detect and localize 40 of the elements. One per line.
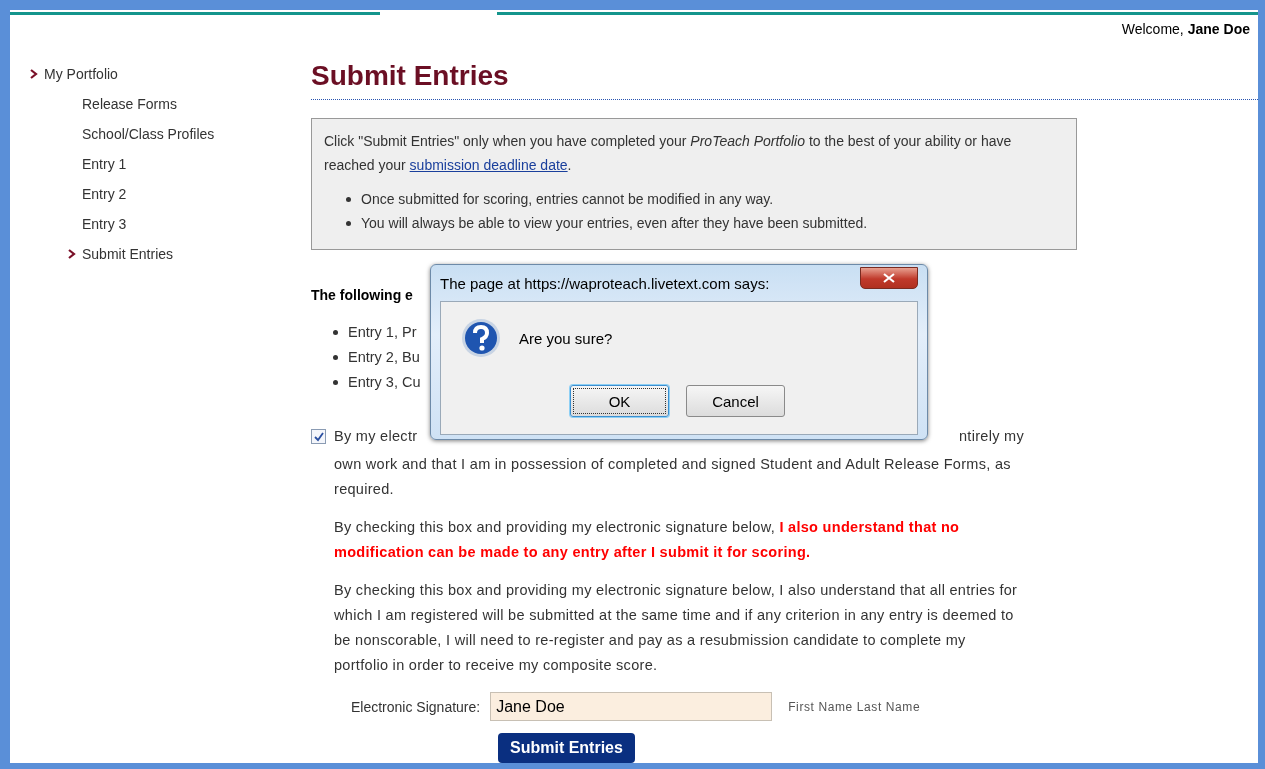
sidebar-item[interactable]: Entry 2 bbox=[30, 179, 311, 209]
deadline-link[interactable]: submission deadline date bbox=[409, 157, 568, 173]
sidebar-item[interactable]: School/Class Profiles bbox=[30, 119, 311, 149]
bullet-icon bbox=[333, 355, 338, 360]
entry-item: Entry 2, Bu bbox=[348, 348, 420, 367]
bullet-icon bbox=[346, 220, 351, 226]
agreement-text: ntirely my bbox=[958, 427, 1024, 446]
welcome-label: Welcome, bbox=[1121, 21, 1184, 37]
notice-bullet: You will always be able to view your entries, even after they have been submitted. bbox=[361, 214, 868, 233]
entry-item: Entry 3, Cu bbox=[348, 373, 421, 392]
dialog-title: The page at https://waproteach.livetext.com says: bbox=[440, 275, 770, 294]
bullet-icon bbox=[333, 380, 338, 385]
sidebar-item[interactable]: Release Forms bbox=[30, 89, 311, 119]
dialog-button[interactable]: Cancel bbox=[686, 385, 785, 417]
sidebar-item[interactable]: My Portfolio bbox=[30, 59, 311, 89]
dialog-button[interactable]: OK bbox=[570, 385, 669, 417]
agreement-text: By my electr bbox=[334, 427, 418, 446]
dialog-message: Are you sure? bbox=[519, 329, 613, 347]
page-title: Submit Entries bbox=[311, 59, 510, 93]
agreement-checkbox[interactable] bbox=[311, 429, 326, 444]
question-icon bbox=[461, 318, 501, 358]
signature-hint: First Name Last Name bbox=[788, 699, 921, 714]
notice-bullet: Once submitted for scoring, entries cannot be modified in any way. bbox=[361, 190, 774, 209]
close-button[interactable] bbox=[860, 267, 918, 289]
agreement-paragraph: By checking this box and providing my electronic signature below, I also understand that no modification can be made to any entry after I submit it for scoring. bbox=[334, 518, 961, 562]
signature-label: Electronic Signature: bbox=[351, 698, 481, 715]
signature-field[interactable]: Jane Doe bbox=[490, 692, 773, 721]
user-name: Jane Doe bbox=[1187, 21, 1250, 37]
agreement-paragraph: By checking this box and providing my electronic signature below, I also understand that all entries for which I am registered will be submitted at the same time and if any criterion in any entry is deemed to be nonscorable, I will need to re-register and pay as a resubmission candidate to complete my portfolio in order to receive my composite score. bbox=[334, 581, 1019, 675]
agreement-text: own work and that I am in possession of completed and signed Student and Adult Release Forms, as required. bbox=[334, 455, 1012, 499]
entry-item: Entry 1, Pr bbox=[348, 323, 417, 342]
bullet-icon bbox=[346, 196, 351, 202]
bullet-icon bbox=[333, 330, 338, 335]
sidebar-item[interactable]: Entry 1 bbox=[30, 149, 311, 179]
sidebar-item[interactable]: Submit Entries bbox=[30, 239, 311, 269]
close-icon bbox=[883, 273, 895, 283]
sidebar-item[interactable]: Entry 3 bbox=[30, 209, 311, 239]
entries-heading: The following e bbox=[311, 286, 413, 305]
submit-button[interactable]: Submit Entries bbox=[498, 733, 635, 763]
notice-text: Click "Submit Entries" only when you have completed your ProTeach Portfolio to the best of your ability or have reached your submission deadline date. bbox=[324, 132, 1013, 175]
